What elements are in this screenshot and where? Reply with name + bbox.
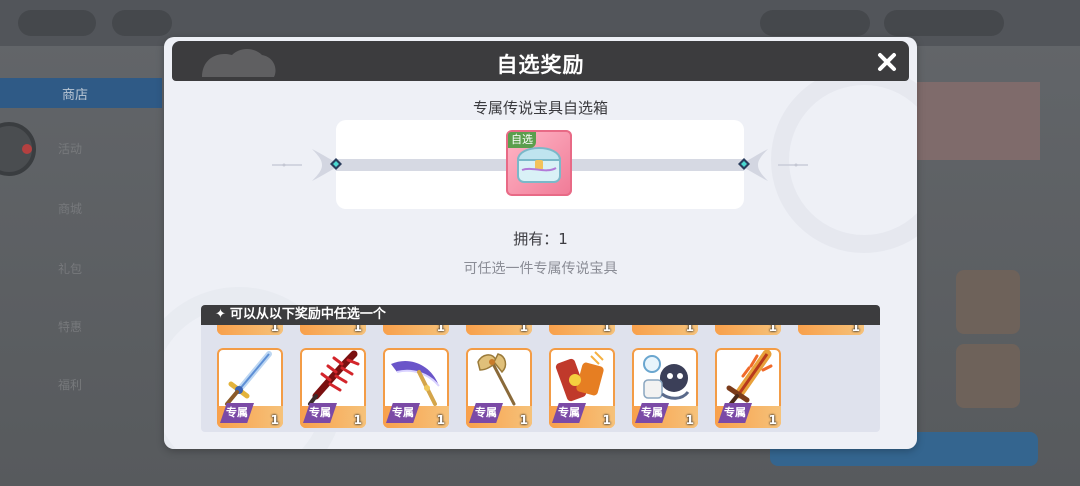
sapphire-sword-icon xyxy=(225,351,272,406)
rewards-header-text: 可以从以下奖励中任选一个 xyxy=(229,307,386,322)
currency-pill xyxy=(18,10,96,36)
selection-chest-card[interactable]: 自选 xyxy=(506,130,572,196)
reward-item[interactable]: 专属 1 xyxy=(300,348,366,428)
companion-bot-icon xyxy=(643,355,690,400)
sparkle-icon: ✦ xyxy=(215,307,226,322)
close-icon xyxy=(878,53,896,71)
gem-icon xyxy=(738,158,750,170)
reward-item[interactable]: 专属 1 xyxy=(383,348,449,428)
currency-pill xyxy=(112,10,172,36)
currency-pill xyxy=(884,10,1004,36)
item-quantity: 1 xyxy=(768,413,777,427)
bg-tab-label: 商店 xyxy=(62,87,89,102)
rewards-list[interactable]: ✦ 可以从以下奖励中任选一个 1 1 1 1 1 1 1 1 专属 1 专属 1… xyxy=(201,305,880,432)
bg-side-item: 礼包 xyxy=(58,262,83,276)
box-name: 专属传说宝具自选箱 xyxy=(472,99,608,117)
rewards-header: ✦ 可以从以下奖励中任选一个 xyxy=(201,305,880,325)
fire-cannon-icon xyxy=(555,351,604,402)
reward-item[interactable]: 专属 1 xyxy=(549,348,615,428)
item-quantity: 1 xyxy=(685,413,694,427)
item-quantity: 1 xyxy=(519,413,528,427)
gem-icon xyxy=(330,158,342,170)
bg-tab-active: 商店 xyxy=(0,78,162,108)
bg-side-item: 福利 xyxy=(58,378,83,392)
item-quantity: 1 xyxy=(436,413,445,427)
reward-select-dialog: 自选奖励 专属传说宝具自选箱 自选 拥有：1 可任选一件专属传说宝具 ✦ 可以从… xyxy=(164,37,917,449)
selection-hint: 可任选一件专属传说宝具 xyxy=(463,261,618,277)
violet-scythe-icon xyxy=(391,360,440,406)
bg-side-item: 商城 xyxy=(58,202,83,216)
item-quantity: 1 xyxy=(602,413,611,427)
select-tag: 自选 xyxy=(508,132,536,148)
flame-greatsword-icon xyxy=(726,350,773,408)
golden-axe-staff-icon xyxy=(477,353,516,406)
notification-dot xyxy=(22,144,32,154)
crimson-spine-blade-icon xyxy=(308,350,360,406)
reward-item[interactable]: 专属 1 xyxy=(466,348,532,428)
owned-count: 拥有：1 xyxy=(513,230,568,248)
bg-card xyxy=(956,344,1020,408)
reward-item[interactable]: 专属 1 xyxy=(217,348,283,428)
currency-pill xyxy=(760,10,870,36)
bg-side-item: 特惠 xyxy=(58,320,83,334)
reward-item[interactable]: 专属 1 xyxy=(632,348,698,428)
item-quantity: 1 xyxy=(353,413,362,427)
item-quantity: 1 xyxy=(270,413,279,427)
reward-item[interactable]: 专属 1 xyxy=(715,348,781,428)
dialog-title: 自选奖励 xyxy=(496,53,585,77)
dialog-header: 自选奖励 xyxy=(172,41,909,81)
bg-card xyxy=(956,270,1020,334)
bg-side-item: 活动 xyxy=(58,142,83,156)
bg-right-panel xyxy=(916,82,1040,160)
close-button[interactable] xyxy=(873,48,901,76)
